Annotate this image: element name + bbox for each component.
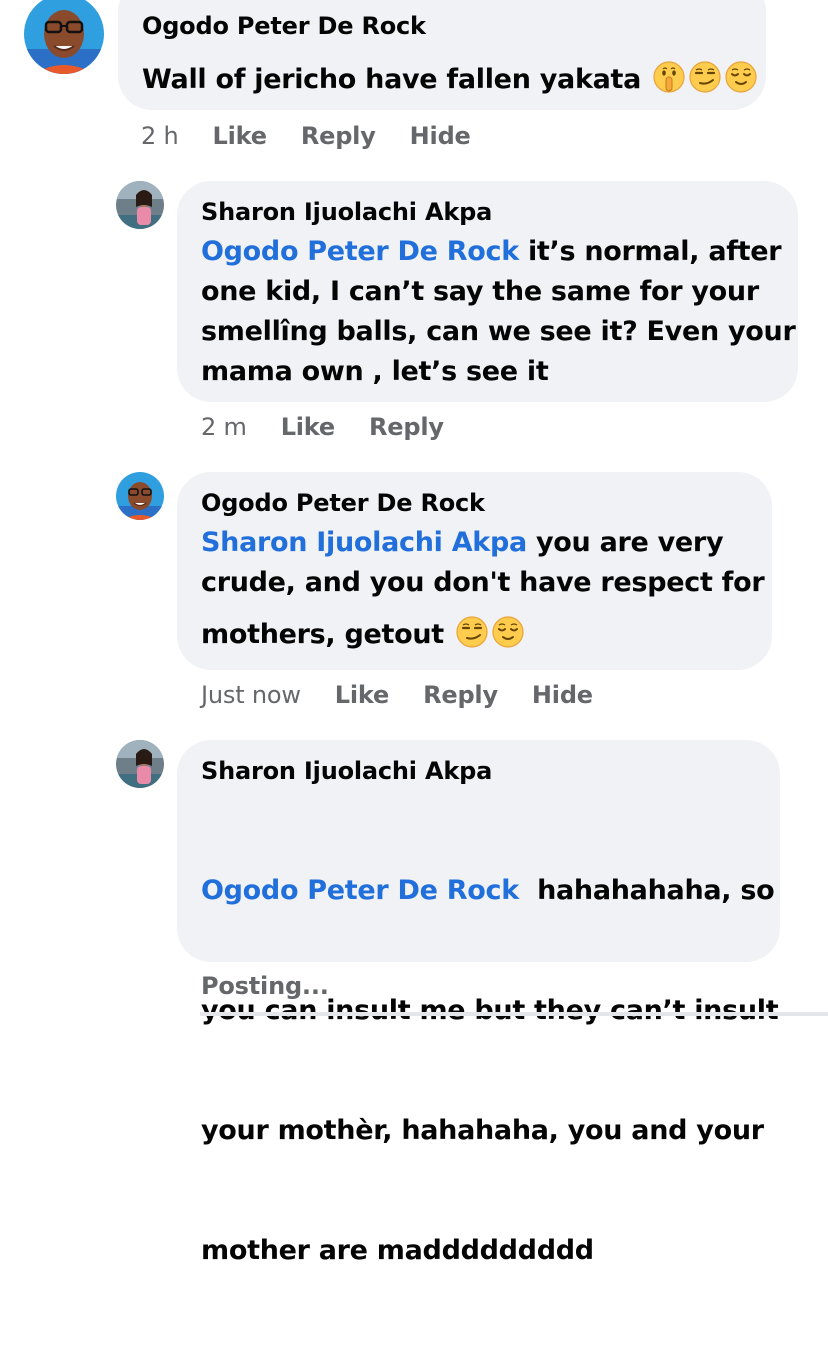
comment-actions: Just now Like Reply Hide (201, 679, 593, 711)
comment-line: smellîng balls, can we see it? Even your (201, 316, 796, 347)
avatar[interactable] (116, 472, 164, 520)
comment-text: Ogodo Peter De Rock it’s normal, after o… (201, 232, 796, 392)
comment-line: mothers, getout (201, 615, 764, 655)
hide-button[interactable]: Hide (410, 122, 471, 150)
hide-button[interactable]: Hide (532, 681, 593, 709)
comment-body: Wall of jericho have fallen yakata (142, 64, 642, 95)
comment-line: mama own , let’s see it (201, 356, 549, 387)
mention-link[interactable]: Sharon Ijuolachi Akpa (201, 527, 527, 558)
comment-timestamp[interactable]: 2 h (141, 122, 179, 150)
posting-status-text: Posting... (201, 972, 329, 1000)
reply-button[interactable]: Reply (369, 413, 444, 441)
comment-author[interactable]: Ogodo Peter De Rock (201, 488, 485, 518)
shushing-face-emoji (652, 60, 686, 94)
comment-line: Ogodo Peter De Rock it’s normal, after (201, 232, 796, 272)
comment-timestamp[interactable]: Just now (201, 681, 301, 709)
reply-button[interactable]: Reply (301, 122, 376, 150)
comment-author[interactable]: Ogodo Peter De Rock (142, 11, 426, 41)
avatar-man-glasses-image (24, 0, 104, 74)
avatar-woman-image (116, 181, 164, 229)
reply-button[interactable]: Reply (423, 681, 498, 709)
avatar[interactable] (116, 181, 164, 229)
comment-body: you are very (526, 527, 724, 558)
avatar-man-glasses-image (116, 472, 164, 520)
comment-timestamp[interactable]: 2 m (201, 413, 247, 441)
posting-status: Posting... (201, 970, 329, 1002)
mention-link[interactable]: Ogodo Peter De Rock (201, 236, 519, 267)
comment-line: Sharon Ijuolachi Akpa you are very (201, 523, 764, 563)
comment-line: one kid, I can’t say the same for your (201, 276, 759, 307)
comment-author[interactable]: Sharon Ijuolachi Akpa (201, 197, 492, 227)
divider (200, 1012, 828, 1016)
relieved-face-emoji (491, 615, 525, 649)
comment-line: mother are maddddddddd (201, 1235, 594, 1266)
smirking-face-emoji (455, 615, 489, 649)
comment-text: Wall of jericho have fallen yakata (142, 60, 758, 98)
comment-line: Ogodo Peter De Rock hahahahaha, so (201, 871, 778, 911)
smirking-face-emoji (688, 60, 722, 94)
comment-text: Ogodo Peter De Rock hahahahaha, so you c… (201, 791, 779, 1351)
comment-actions: 2 h Like Reply Hide (141, 120, 471, 152)
like-button[interactable]: Like (213, 122, 268, 150)
comment-body: mothers, getout (201, 619, 444, 650)
comment-author[interactable]: Sharon Ijuolachi Akpa (201, 756, 492, 786)
comment-bubble: Ogodo Peter De Rock Sharon Ijuolachi Akp… (177, 472, 772, 670)
comment-bubble: Sharon Ijuolachi Akpa Ogodo Peter De Roc… (177, 740, 780, 1266)
relieved-face-emoji (724, 60, 758, 94)
comment-line: crude, and you don't have respect for (201, 567, 765, 598)
comment-bubble: Sharon Ijuolachi Akpa Ogodo Peter De Roc… (177, 181, 798, 402)
avatar[interactable] (24, 0, 104, 74)
like-button[interactable]: Like (281, 413, 336, 441)
like-button[interactable]: Like (335, 681, 390, 709)
comment-line: your mothèr, hahahaha, you and your (201, 1115, 764, 1146)
comment-text: Sharon Ijuolachi Akpa you are very crude… (201, 523, 765, 655)
comment-body: it’s normal, after (518, 236, 782, 267)
comment-body: hahahahaha, so (518, 875, 775, 906)
avatar[interactable] (116, 740, 164, 788)
comment-actions: 2 m Like Reply (201, 411, 444, 443)
avatar-woman-image (116, 740, 164, 788)
comment-bubble: Ogodo Peter De Rock Wall of jericho have… (118, 0, 766, 110)
mention-link[interactable]: Ogodo Peter De Rock (201, 875, 519, 906)
